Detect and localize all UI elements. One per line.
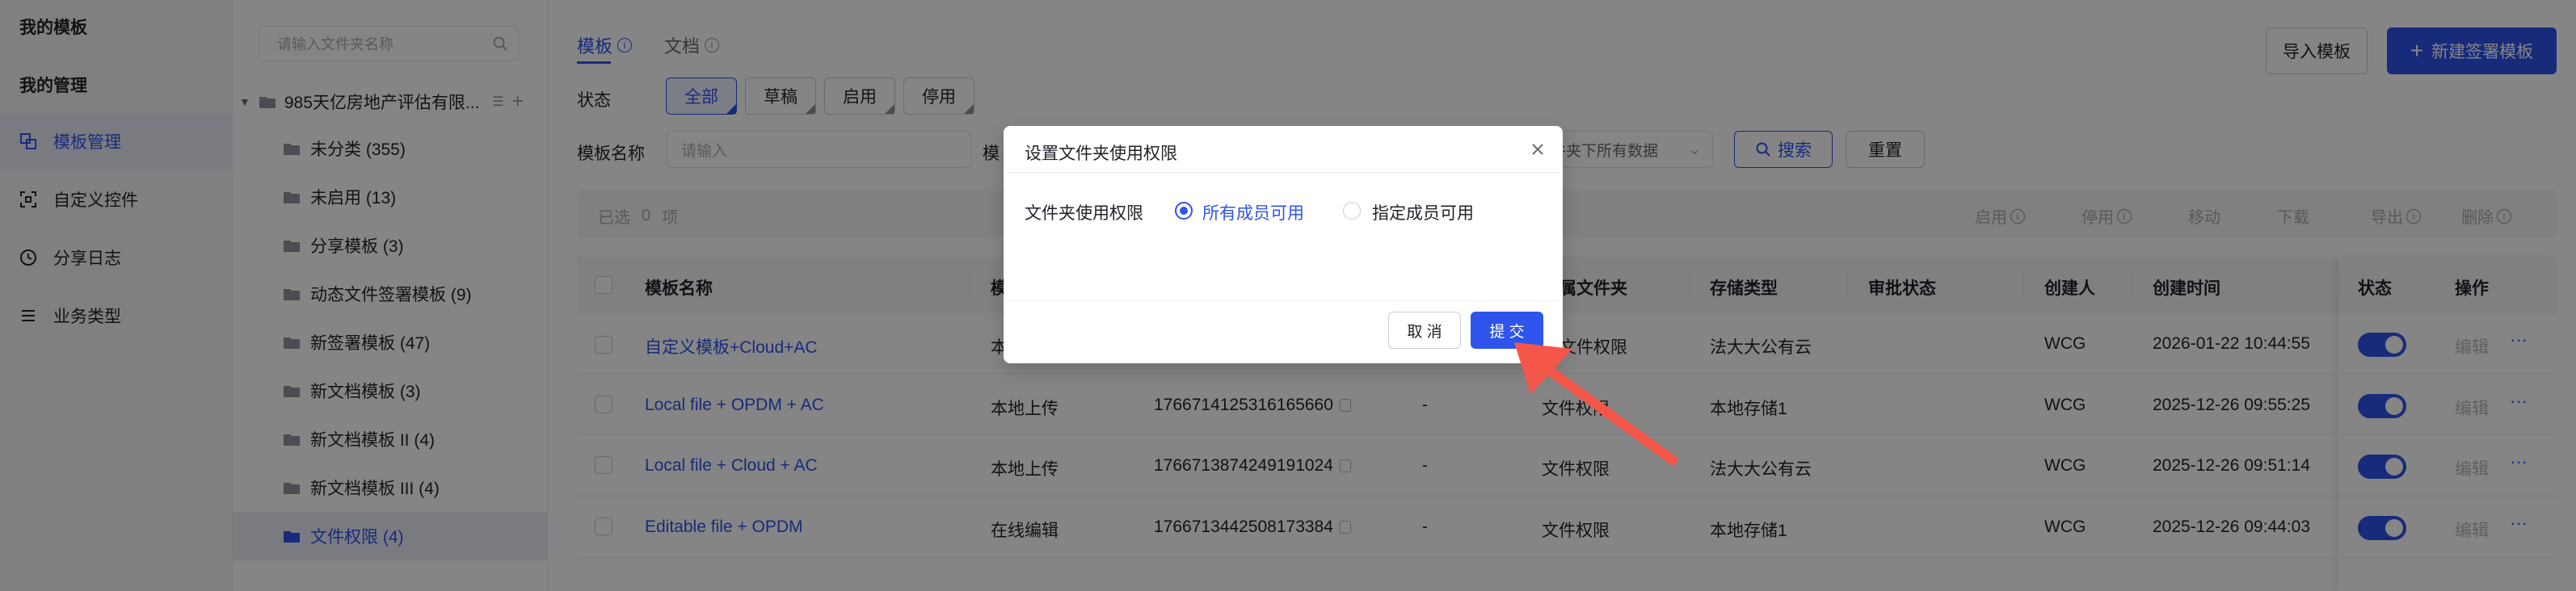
dialog-title: 设置文件夹使用权限 <box>1025 145 1177 163</box>
radio-specified-members-label[interactable]: 指定成员可用 <box>1372 200 1474 224</box>
permission-field-label: 文件夹使用权限 <box>1025 204 1143 223</box>
folder-permission-dialog: 设置文件夹使用权限 文件夹使用权限 所有成员可用 指定成员可用 取 消 提 交 <box>1004 126 1563 363</box>
annotation-arrow-icon <box>1514 342 1677 465</box>
radio-all-members[interactable] <box>1175 202 1193 220</box>
close-icon[interactable] <box>1529 140 1547 158</box>
radio-all-members-label[interactable]: 所有成员可用 <box>1202 200 1304 224</box>
cancel-button[interactable]: 取 消 <box>1388 312 1461 349</box>
radio-specified-members[interactable] <box>1343 202 1361 220</box>
dialog-footer-divider <box>1004 300 1563 301</box>
